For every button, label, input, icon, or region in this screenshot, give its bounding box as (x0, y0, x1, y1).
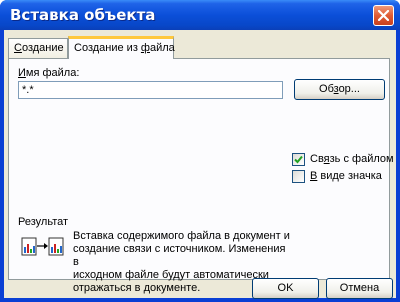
linked-document-icon (21, 237, 64, 256)
close-button[interactable] (373, 5, 394, 26)
title-bar[interactable]: Вставка объекта (0, 0, 400, 30)
file-name-label: Имя файла: (18, 67, 80, 79)
ok-button[interactable]: OK (252, 278, 319, 299)
window-title: Вставка объекта (10, 6, 156, 24)
link-to-file-label: Связь с файлом (310, 153, 394, 165)
browse-button[interactable]: Обзор... (294, 79, 385, 100)
tab-create[interactable]: Создание (8, 38, 68, 58)
tab-panel: Имя файла: Обзор... Связь с файлом В вид… (8, 58, 394, 294)
tab-create-from-file[interactable]: Создание из файла (68, 36, 175, 59)
dialog-window: Вставка объекта Создание Создание из фай… (0, 0, 400, 302)
cancel-button[interactable]: Отмена (326, 278, 393, 299)
file-name-input[interactable] (18, 81, 283, 99)
checkmark-icon (294, 155, 303, 164)
dialog-body: Создание Создание из файла Имя файла: Об… (4, 30, 396, 299)
close-icon (378, 10, 389, 21)
result-heading: Результат (18, 216, 69, 228)
display-as-icon-label: В виде значка (310, 170, 382, 182)
link-to-file-checkbox[interactable] (292, 153, 305, 166)
display-as-icon-checkbox[interactable] (292, 170, 305, 183)
